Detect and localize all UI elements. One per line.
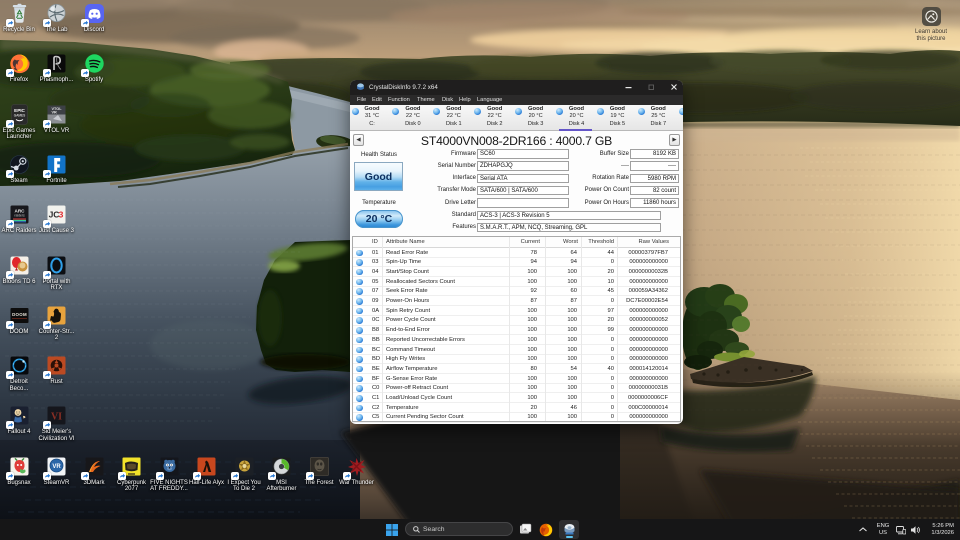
svg-text:GAMES: GAMES: [13, 113, 25, 117]
svg-text:DOOM: DOOM: [12, 312, 27, 317]
svg-text:raiders: raiders: [14, 214, 25, 218]
svg-text:3: 3: [59, 210, 64, 220]
svg-text:VR: VR: [52, 110, 58, 114]
svg-text:EPIC: EPIC: [14, 108, 25, 113]
svg-text:VR: VR: [52, 464, 61, 470]
svg-text:VI: VI: [51, 412, 62, 423]
